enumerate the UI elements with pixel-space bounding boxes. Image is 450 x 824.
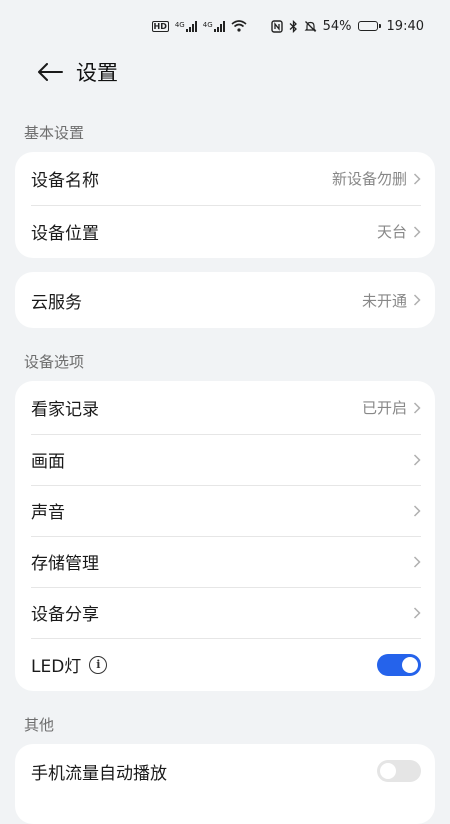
row-value: 未开通 bbox=[361, 291, 407, 310]
section-label-options: 设备选项 bbox=[24, 353, 85, 371]
chevron-right-icon bbox=[413, 453, 421, 467]
device-location-row[interactable]: 设备位置 天台 bbox=[15, 205, 435, 258]
chevron-right-icon bbox=[413, 172, 421, 186]
cloud-card: 云服务 未开通 bbox=[15, 272, 435, 328]
mute-bell-icon bbox=[304, 20, 317, 33]
chevron-right-icon bbox=[413, 606, 421, 620]
cloud-service-row[interactable]: 云服务 未开通 bbox=[15, 272, 435, 328]
row-label: 设备分享 bbox=[31, 605, 99, 625]
device-name-row[interactable]: 设备名称 新设备勿删 bbox=[15, 152, 435, 205]
battery-icon bbox=[357, 21, 381, 31]
bluetooth-icon bbox=[289, 19, 298, 33]
nfc-icon bbox=[270, 19, 283, 33]
other-card: 手机流量自动播放 bbox=[15, 744, 435, 824]
device-share-row[interactable]: 设备分享 bbox=[15, 587, 435, 638]
sound-row[interactable]: 声音 bbox=[15, 485, 435, 536]
home-record-row[interactable]: 看家记录 已开启 bbox=[15, 381, 435, 434]
storage-management-row[interactable]: 存储管理 bbox=[15, 536, 435, 587]
row-value: 已开启 bbox=[361, 399, 407, 417]
wifi-icon bbox=[231, 20, 247, 32]
device-options-card: 看家记录 已开启 画面 声音 存储管理 设备分享 LED灯 i bbox=[15, 381, 435, 691]
mobile-autoplay-label: 手机流量自动播放 bbox=[31, 763, 167, 784]
section-label-basic: 基本设置 bbox=[24, 124, 85, 142]
row-label: 画面 bbox=[31, 452, 65, 472]
page-title: 设置 bbox=[76, 61, 118, 85]
row-label: 看家记录 bbox=[31, 400, 99, 420]
picture-row[interactable]: 画面 bbox=[15, 434, 435, 485]
mobile-autoplay-row: 手机流量自动播放 bbox=[15, 744, 435, 798]
battery-percent: 54% bbox=[322, 18, 352, 34]
header: 设置 bbox=[0, 52, 450, 92]
row-value: 新设备勿删 bbox=[331, 170, 407, 188]
back-arrow-icon bbox=[38, 63, 63, 81]
led-row: LED灯 i bbox=[15, 638, 435, 691]
basic-settings-card: 设备名称 新设备勿删 设备位置 天台 bbox=[15, 152, 435, 258]
led-toggle[interactable] bbox=[377, 653, 421, 676]
signal-1-icon: 4G bbox=[175, 20, 197, 32]
info-icon[interactable]: i bbox=[89, 655, 108, 674]
back-button[interactable] bbox=[30, 52, 70, 92]
section-label-other: 其他 bbox=[24, 716, 55, 734]
chevron-right-icon bbox=[413, 504, 421, 518]
row-label: 声音 bbox=[31, 503, 65, 523]
row-label: 设备位置 bbox=[31, 224, 99, 244]
chevron-right-icon bbox=[413, 293, 421, 307]
mobile-autoplay-toggle[interactable] bbox=[377, 760, 421, 782]
clock: 19:40 bbox=[386, 18, 424, 34]
led-label: LED灯 bbox=[31, 657, 82, 677]
row-label: 云服务 bbox=[31, 292, 82, 313]
row-label: 存储管理 bbox=[31, 554, 99, 574]
chevron-right-icon bbox=[413, 225, 421, 239]
status-bar: HD 4G 4G 54% 19:40 bbox=[0, 0, 450, 52]
signal-2-icon: 4G bbox=[203, 20, 225, 32]
row-label: 设备名称 bbox=[31, 171, 99, 191]
chevron-right-icon bbox=[413, 401, 421, 415]
chevron-right-icon bbox=[413, 555, 421, 569]
hd-badge: HD bbox=[151, 20, 169, 32]
row-value: 天台 bbox=[376, 223, 407, 241]
